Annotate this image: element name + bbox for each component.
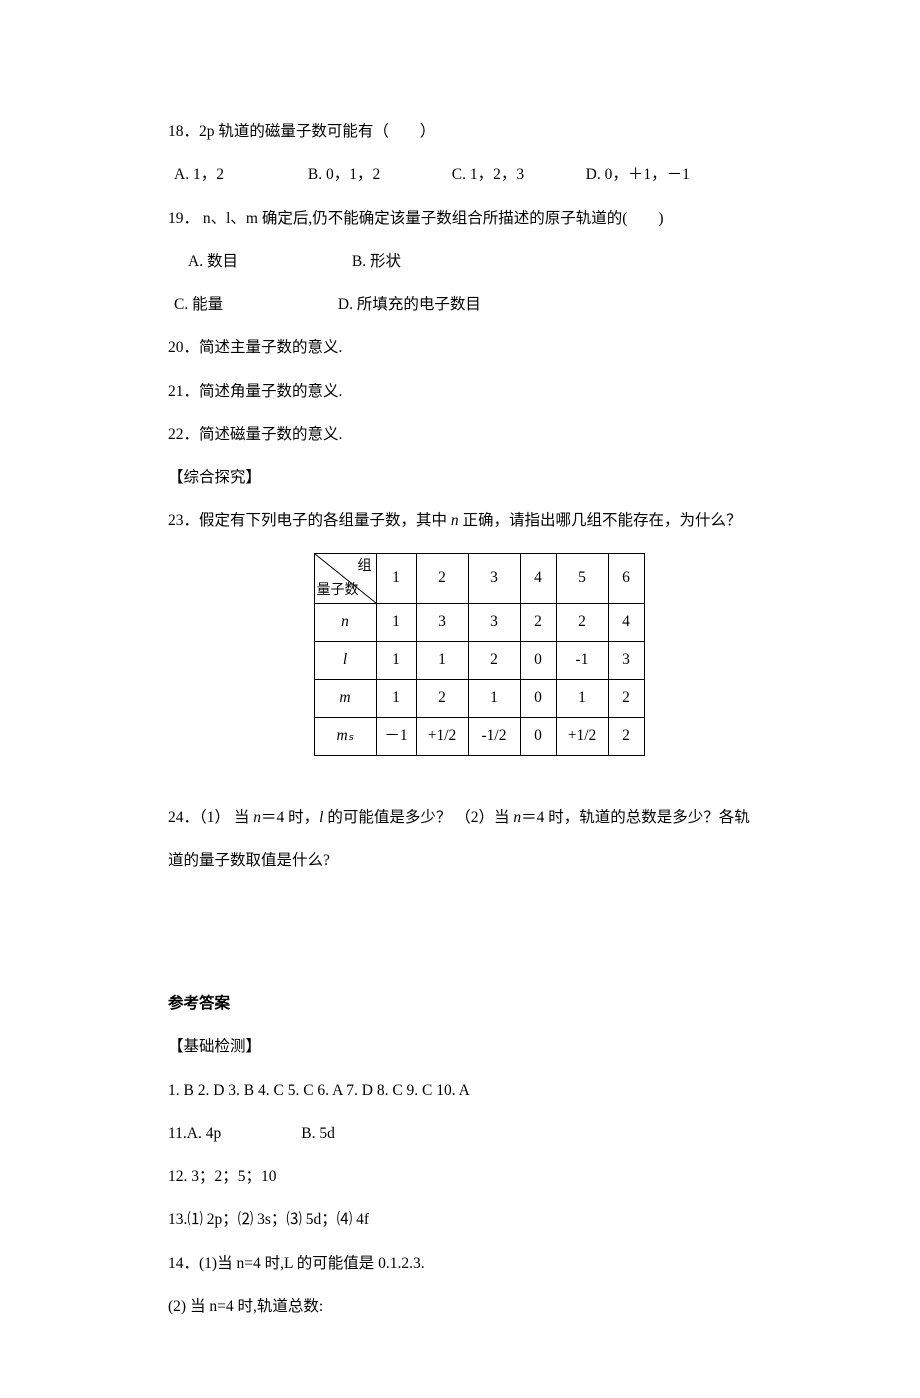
cell: 1 xyxy=(376,641,416,679)
cell: 0 xyxy=(520,717,556,755)
row-label-n: n xyxy=(341,613,349,630)
q22: 22．简述磁量子数的意义. xyxy=(168,423,790,446)
q19-opt-d: D. 所填充的电子数目 xyxy=(338,293,481,316)
q18-opt-c: C. 1，2，3 xyxy=(452,163,582,186)
diag-bot-label: 量子数 xyxy=(317,580,359,601)
answers-14-2: (2) 当 n=4 时,轨道总数: xyxy=(168,1295,790,1318)
cell: 4 xyxy=(608,603,644,641)
q18-opt-a: A. 1，2 xyxy=(174,163,304,186)
answers-11a: 11.A. 4p xyxy=(168,1125,221,1142)
q19-opt-a: A. 数目 xyxy=(188,250,348,273)
q23-pre: 23．假定有下列电子的各组量子数，其中 xyxy=(168,512,451,529)
cell: 0 xyxy=(520,641,556,679)
q18-options: A. 1，2 B. 0，1，2 C. 1，2，3 D. 0，＋1，－1 xyxy=(168,163,790,186)
answers-11b: B. 5d xyxy=(301,1125,335,1142)
cell: 2 xyxy=(556,603,608,641)
answers-13: 13.⑴ 2p；⑵ 3s；⑶ 5d；⑷ 4f xyxy=(168,1208,790,1231)
q23-n: n xyxy=(451,512,459,529)
answers-14-1: 14．(1)当 n=4 时,L 的可能值是 0.1.2.3. xyxy=(168,1252,790,1275)
cell: -1/2 xyxy=(468,717,520,755)
cell: 2 xyxy=(416,679,468,717)
table-col-2: 2 xyxy=(416,553,468,603)
cell: 1 xyxy=(468,679,520,717)
answers-title: 参考答案 xyxy=(168,992,790,1015)
cell: －1 xyxy=(376,717,416,755)
q24-p1b: ＝4 时， xyxy=(261,809,319,826)
section-explore: 【综合探究】 xyxy=(168,466,790,489)
q24-p1a: 24．（1） 当 xyxy=(168,809,253,826)
cell: 1 xyxy=(416,641,468,679)
table-row: n 1 3 3 2 2 4 xyxy=(314,603,644,641)
cell: 2 xyxy=(608,717,644,755)
table-col-5: 5 xyxy=(556,553,608,603)
table-header-row: 组 量子数 1 2 3 4 5 6 xyxy=(314,553,644,603)
quantum-number-table: 组 量子数 1 2 3 4 5 6 n 1 3 3 2 2 4 l 1 1 2 … xyxy=(314,553,645,756)
q18-opt-d: D. 0，＋1，－1 xyxy=(586,163,690,186)
q24-p1c: 的可能值是多少？ （2）当 xyxy=(323,809,513,826)
q24-p1d: ＝4 时，轨道的总数是多少？各轨 xyxy=(521,809,750,826)
cell: 3 xyxy=(416,603,468,641)
cell: 1 xyxy=(556,679,608,717)
answers-12: 12. 3；2；5；10 xyxy=(168,1165,790,1188)
q21: 21．简述角量子数的意义. xyxy=(168,380,790,403)
q19-options-row1: A. 数目 B. 形状 xyxy=(168,250,790,273)
q19-options-row2: C. 能量 D. 所填充的电子数目 xyxy=(168,293,790,316)
row-label-l: l xyxy=(343,651,347,668)
row-label-m: m xyxy=(339,689,350,706)
cell: 0 xyxy=(520,679,556,717)
q19-opt-c: C. 能量 xyxy=(174,293,334,316)
table-row: mₛ －1 +1/2 -1/2 0 +1/2 2 xyxy=(314,717,644,755)
cell: 2 xyxy=(468,641,520,679)
cell: 3 xyxy=(608,641,644,679)
cell: -1 xyxy=(556,641,608,679)
cell: 2 xyxy=(608,679,644,717)
table-diag-cell: 组 量子数 xyxy=(314,553,376,603)
q24-line1: 24．（1） 当 n＝4 时，l 的可能值是多少？ （2）当 n＝4 时，轨道的… xyxy=(168,806,790,829)
answers-11: 11.A. 4p B. 5d xyxy=(168,1122,790,1145)
diag-top-label: 组 xyxy=(358,556,372,577)
table-col-1: 1 xyxy=(376,553,416,603)
answers-1-10: 1. B 2. D 3. B 4. C 5. C 6. A 7. D 8. C … xyxy=(168,1079,790,1102)
cell: +1/2 xyxy=(416,717,468,755)
row-label-ms: mₛ xyxy=(337,727,354,744)
q19-opt-b: B. 形状 xyxy=(352,250,401,273)
q18-stem: 18．2p 轨道的磁量子数可能有（ ） xyxy=(168,120,790,143)
q18-opt-b: B. 0，1，2 xyxy=(308,163,448,186)
cell: 3 xyxy=(468,603,520,641)
q20: 20．简述主量子数的意义. xyxy=(168,336,790,359)
cell: 1 xyxy=(376,603,416,641)
cell: +1/2 xyxy=(556,717,608,755)
table-row: l 1 1 2 0 -1 3 xyxy=(314,641,644,679)
cell: 2 xyxy=(520,603,556,641)
q24-n1: n xyxy=(253,809,261,826)
q24-line2: 道的量子数取值是什么? xyxy=(168,849,790,872)
q23-stem: 23．假定有下列电子的各组量子数，其中 n 正确，请指出哪几组不能存在，为什么？ xyxy=(168,509,790,532)
table-col-6: 6 xyxy=(608,553,644,603)
table-col-3: 3 xyxy=(468,553,520,603)
table-col-4: 4 xyxy=(520,553,556,603)
table-row: m 1 2 1 0 1 2 xyxy=(314,679,644,717)
cell: 1 xyxy=(376,679,416,717)
answers-section: 【基础检测】 xyxy=(168,1035,790,1058)
q24-n2: n xyxy=(513,809,521,826)
q19-stem: 19． n、l、m 确定后,仍不能确定该量子数组合所描述的原子轨道的( ) xyxy=(168,207,790,230)
q23-mid: 正确，请指出哪几组不能存在，为什么？ xyxy=(459,512,742,529)
